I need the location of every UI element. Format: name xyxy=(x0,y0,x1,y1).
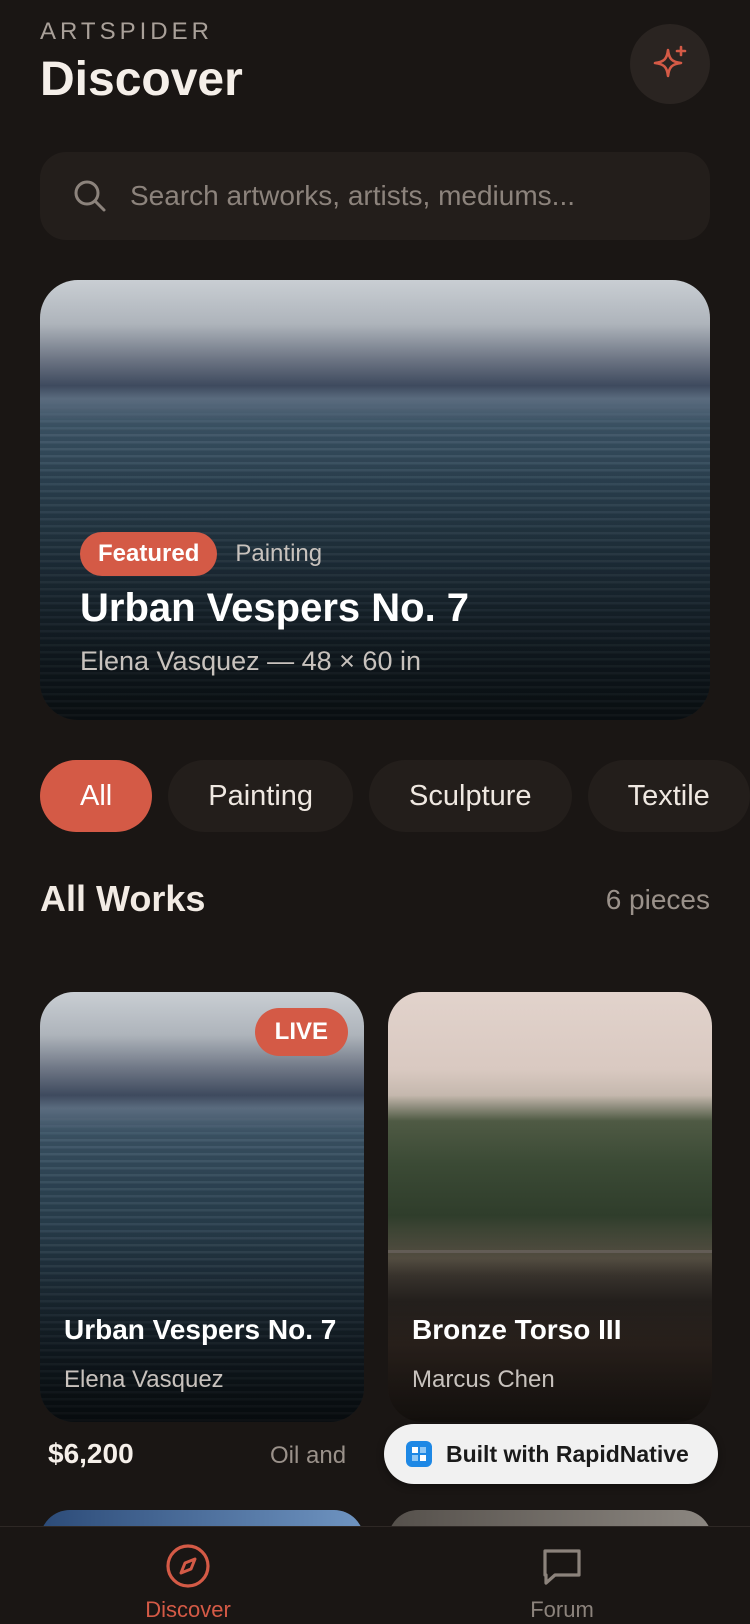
compass-icon xyxy=(166,1544,210,1588)
filter-chip-all[interactable]: All xyxy=(40,760,153,832)
tab-discover[interactable]: Discover xyxy=(108,1541,268,1623)
section-count: 6 pieces xyxy=(605,884,710,915)
built-with-badge[interactable]: Built with RapidNative xyxy=(384,1424,718,1484)
live-badge: LIVE xyxy=(254,1008,348,1056)
featured-title: Urban Vespers No. 7 xyxy=(80,586,470,630)
search-bar[interactable] xyxy=(40,152,710,240)
artwork-title: Bronze Torso III xyxy=(412,1314,622,1345)
rapidnative-logo-icon xyxy=(406,1441,432,1467)
artwork-price: $6,200 xyxy=(48,1438,134,1469)
artwork-medium: Oil and xyxy=(270,1442,347,1469)
artwork-card[interactable]: Bronze Torso III Marcus Chen xyxy=(388,992,712,1422)
featured-card[interactable]: Featured Painting Urban Vespers No. 7 El… xyxy=(40,280,710,720)
featured-badge: Featured xyxy=(80,532,218,576)
artwork-card[interactable]: LIVE Urban Vespers No. 7 Elena Vasquez xyxy=(40,992,364,1422)
artwork-title: Urban Vespers No. 7 xyxy=(64,1314,337,1345)
image-shade xyxy=(388,992,712,1422)
tab-label: Forum xyxy=(530,1597,594,1622)
search-icon xyxy=(74,180,106,212)
brand-label: ARTSPIDER xyxy=(40,18,213,45)
search-input[interactable] xyxy=(130,166,710,226)
filter-chip-painting[interactable]: Painting xyxy=(168,760,354,832)
filter-chip-sculpture[interactable]: Sculpture xyxy=(369,760,572,832)
tab-label: Discover xyxy=(145,1597,231,1622)
section-title: All Works xyxy=(40,878,206,919)
featured-tags: Featured Painting xyxy=(80,532,322,576)
artwork-artist: Marcus Chen xyxy=(412,1366,555,1393)
artwork-artist: Elena Vasquez xyxy=(64,1366,224,1393)
featured-meta: Elena Vasquez — 48 × 60 in xyxy=(80,646,421,676)
page-title: Discover xyxy=(40,53,243,106)
filter-chips: All Painting Sculpture Textile xyxy=(40,760,750,832)
featured-category: Painting xyxy=(235,540,323,567)
image-shade xyxy=(40,992,364,1422)
chat-bubble-icon xyxy=(543,1549,581,1585)
built-with-label: Built with RapidNative xyxy=(446,1440,689,1467)
filter-chip-textile[interactable]: Textile xyxy=(587,760,750,832)
sparkle-button[interactable] xyxy=(630,24,710,104)
tab-forum[interactable]: Forum xyxy=(482,1541,642,1623)
tab-bar: Discover Forum xyxy=(0,1526,750,1624)
sparkle-icon xyxy=(653,45,687,78)
